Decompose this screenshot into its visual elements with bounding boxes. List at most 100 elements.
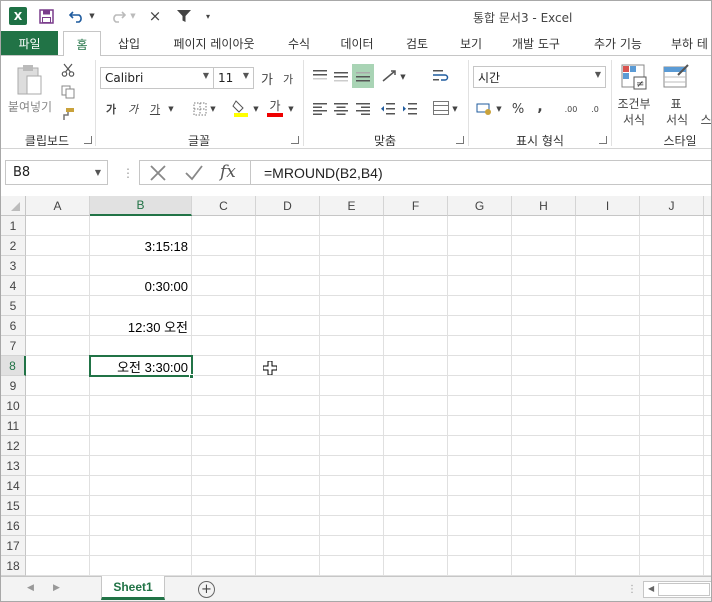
tab-developer[interactable]: 개발 도구 bbox=[501, 31, 571, 55]
orientation-icon[interactable] bbox=[379, 66, 399, 86]
underline-button[interactable]: 가 bbox=[147, 100, 163, 118]
tab-data[interactable]: 데이터 bbox=[331, 31, 383, 55]
tab-view[interactable]: 보기 bbox=[449, 31, 493, 55]
increase-indent-icon[interactable] bbox=[401, 100, 419, 118]
tab-splitter-icon[interactable]: ⋮ bbox=[627, 584, 637, 595]
merge-center-icon[interactable] bbox=[431, 98, 451, 118]
align-bottom-icon[interactable] bbox=[352, 64, 374, 88]
row-header[interactable]: 13 bbox=[1, 456, 26, 476]
tab-insert[interactable]: 삽입 bbox=[109, 31, 149, 55]
format-as-table-label[interactable]: 표 bbox=[661, 96, 691, 111]
row-header[interactable]: 3 bbox=[1, 256, 26, 276]
scroll-thumb[interactable] bbox=[658, 583, 710, 596]
row-header[interactable]: 15 bbox=[1, 496, 26, 516]
row-header[interactable]: 18 bbox=[1, 556, 26, 576]
align-middle-icon[interactable] bbox=[332, 66, 350, 86]
format-as-table-icon[interactable] bbox=[661, 62, 691, 92]
tab-page-layout[interactable]: 페이지 레이아웃 bbox=[161, 31, 267, 55]
cell-b2[interactable]: 3:15:18 bbox=[90, 236, 191, 256]
column-header-k[interactable] bbox=[704, 196, 711, 216]
scroll-right-icon[interactable]: ▶ bbox=[53, 583, 60, 593]
row-header[interactable]: 9 bbox=[1, 376, 26, 396]
column-header-f[interactable]: F bbox=[384, 196, 448, 216]
scroll-left-icon[interactable]: ◀ bbox=[27, 583, 34, 593]
row-header[interactable]: 17 bbox=[1, 536, 26, 556]
row-header[interactable]: 11 bbox=[1, 416, 26, 436]
column-header-j[interactable]: J bbox=[640, 196, 704, 216]
font-name-combo[interactable]: Calibri ▼ bbox=[100, 67, 214, 89]
row-header[interactable]: 2 bbox=[1, 236, 26, 256]
scroll-left-arrow-icon[interactable]: ◀ bbox=[648, 584, 654, 593]
number-format-combo[interactable]: 시간 ▼ bbox=[473, 66, 606, 88]
font-size-combo[interactable]: 11 ▼ bbox=[214, 67, 254, 89]
cut-icon[interactable] bbox=[59, 62, 77, 78]
font-color-button[interactable]: 가 bbox=[265, 98, 285, 118]
accounting-format-icon[interactable] bbox=[475, 100, 495, 118]
conditional-formatting-label[interactable]: 조건부 bbox=[613, 96, 655, 111]
add-sheet-button[interactable]: + bbox=[198, 581, 215, 598]
paste-button[interactable]: 붙여넣기 bbox=[5, 98, 55, 114]
font-color-dropdown-icon[interactable]: ▼ bbox=[287, 102, 295, 116]
column-header-a[interactable]: A bbox=[26, 196, 90, 216]
column-header-b[interactable]: B bbox=[90, 196, 192, 216]
column-header-e[interactable]: E bbox=[320, 196, 384, 216]
grow-font-button[interactable]: 가 bbox=[259, 69, 275, 88]
fill-handle[interactable] bbox=[189, 374, 194, 379]
name-box[interactable]: B8 ▼ bbox=[5, 160, 108, 185]
tab-file[interactable]: 파일 bbox=[1, 31, 58, 55]
italic-button[interactable]: 가 bbox=[125, 100, 141, 118]
row-header[interactable]: 6 bbox=[1, 316, 26, 336]
fill-color-icon[interactable] bbox=[231, 98, 251, 118]
align-left-icon[interactable] bbox=[311, 100, 329, 118]
row-header[interactable]: 7 bbox=[1, 336, 26, 356]
conditional-formatting-icon[interactable]: ≠ bbox=[619, 62, 649, 92]
select-all-button[interactable] bbox=[1, 196, 26, 216]
borders-dropdown-icon[interactable]: ▼ bbox=[209, 102, 217, 116]
bold-button[interactable]: 가 bbox=[103, 100, 119, 118]
column-header-c[interactable]: C bbox=[192, 196, 256, 216]
format-painter-icon[interactable] bbox=[59, 106, 77, 122]
align-right-icon[interactable] bbox=[354, 100, 372, 118]
accounting-dropdown-icon[interactable]: ▼ bbox=[495, 102, 503, 116]
row-header[interactable]: 1 bbox=[1, 216, 26, 236]
align-center-icon[interactable] bbox=[332, 100, 350, 118]
fill-color-dropdown-icon[interactable]: ▼ bbox=[252, 102, 260, 116]
horizontal-scrollbar[interactable]: ◀ bbox=[643, 581, 711, 598]
cancel-icon[interactable] bbox=[148, 163, 168, 183]
alignment-launcher-icon[interactable] bbox=[456, 136, 464, 144]
clipboard-launcher-icon[interactable] bbox=[84, 136, 92, 144]
row-header[interactable]: 16 bbox=[1, 516, 26, 536]
column-header-h[interactable]: H bbox=[512, 196, 576, 216]
shrink-font-button[interactable]: 가 bbox=[281, 71, 295, 87]
worksheet-grid[interactable]: A B C D E F G H I J 1 2 3 4 5 6 7 8 9 10… bbox=[1, 196, 711, 576]
tab-review[interactable]: 검토 bbox=[395, 31, 439, 55]
increase-decimal-button[interactable]: .00 bbox=[561, 100, 581, 118]
cell-b8-active[interactable]: 오전 3:30:00 bbox=[89, 355, 193, 377]
enter-icon[interactable] bbox=[184, 163, 204, 183]
number-launcher-icon[interactable] bbox=[599, 136, 607, 144]
percent-style-button[interactable]: % bbox=[509, 100, 527, 118]
merge-dropdown-icon[interactable]: ▼ bbox=[451, 102, 459, 116]
column-header-i[interactable]: I bbox=[576, 196, 640, 216]
column-header-g[interactable]: G bbox=[448, 196, 512, 216]
row-header[interactable]: 12 bbox=[1, 436, 26, 456]
formula-input[interactable]: =MROUND(B2,B4) bbox=[251, 160, 711, 185]
row-header[interactable]: 4 bbox=[1, 276, 26, 296]
decrease-indent-icon[interactable] bbox=[379, 100, 397, 118]
decrease-decimal-button[interactable]: .0 bbox=[585, 100, 605, 118]
paste-icon[interactable] bbox=[9, 62, 49, 98]
font-launcher-icon[interactable] bbox=[291, 136, 299, 144]
row-header[interactable]: 5 bbox=[1, 296, 26, 316]
orientation-dropdown-icon[interactable]: ▼ bbox=[399, 70, 407, 84]
row-header-selected[interactable]: 8 bbox=[1, 356, 26, 376]
cell-b6[interactable]: 12:30 오전 bbox=[90, 316, 191, 336]
tab-formulas[interactable]: 수식 bbox=[279, 31, 319, 55]
row-header[interactable]: 10 bbox=[1, 396, 26, 416]
conditional-formatting-label-2[interactable]: 서식 bbox=[613, 112, 655, 127]
column-header-d[interactable]: D bbox=[256, 196, 320, 216]
copy-icon[interactable] bbox=[59, 84, 77, 100]
format-as-table-label-2[interactable]: 서식 bbox=[657, 112, 697, 127]
borders-icon[interactable] bbox=[191, 100, 209, 118]
tab-load-test[interactable]: 부하 테 bbox=[663, 31, 711, 55]
cell-styles-label[interactable]: 스 bbox=[699, 112, 711, 127]
